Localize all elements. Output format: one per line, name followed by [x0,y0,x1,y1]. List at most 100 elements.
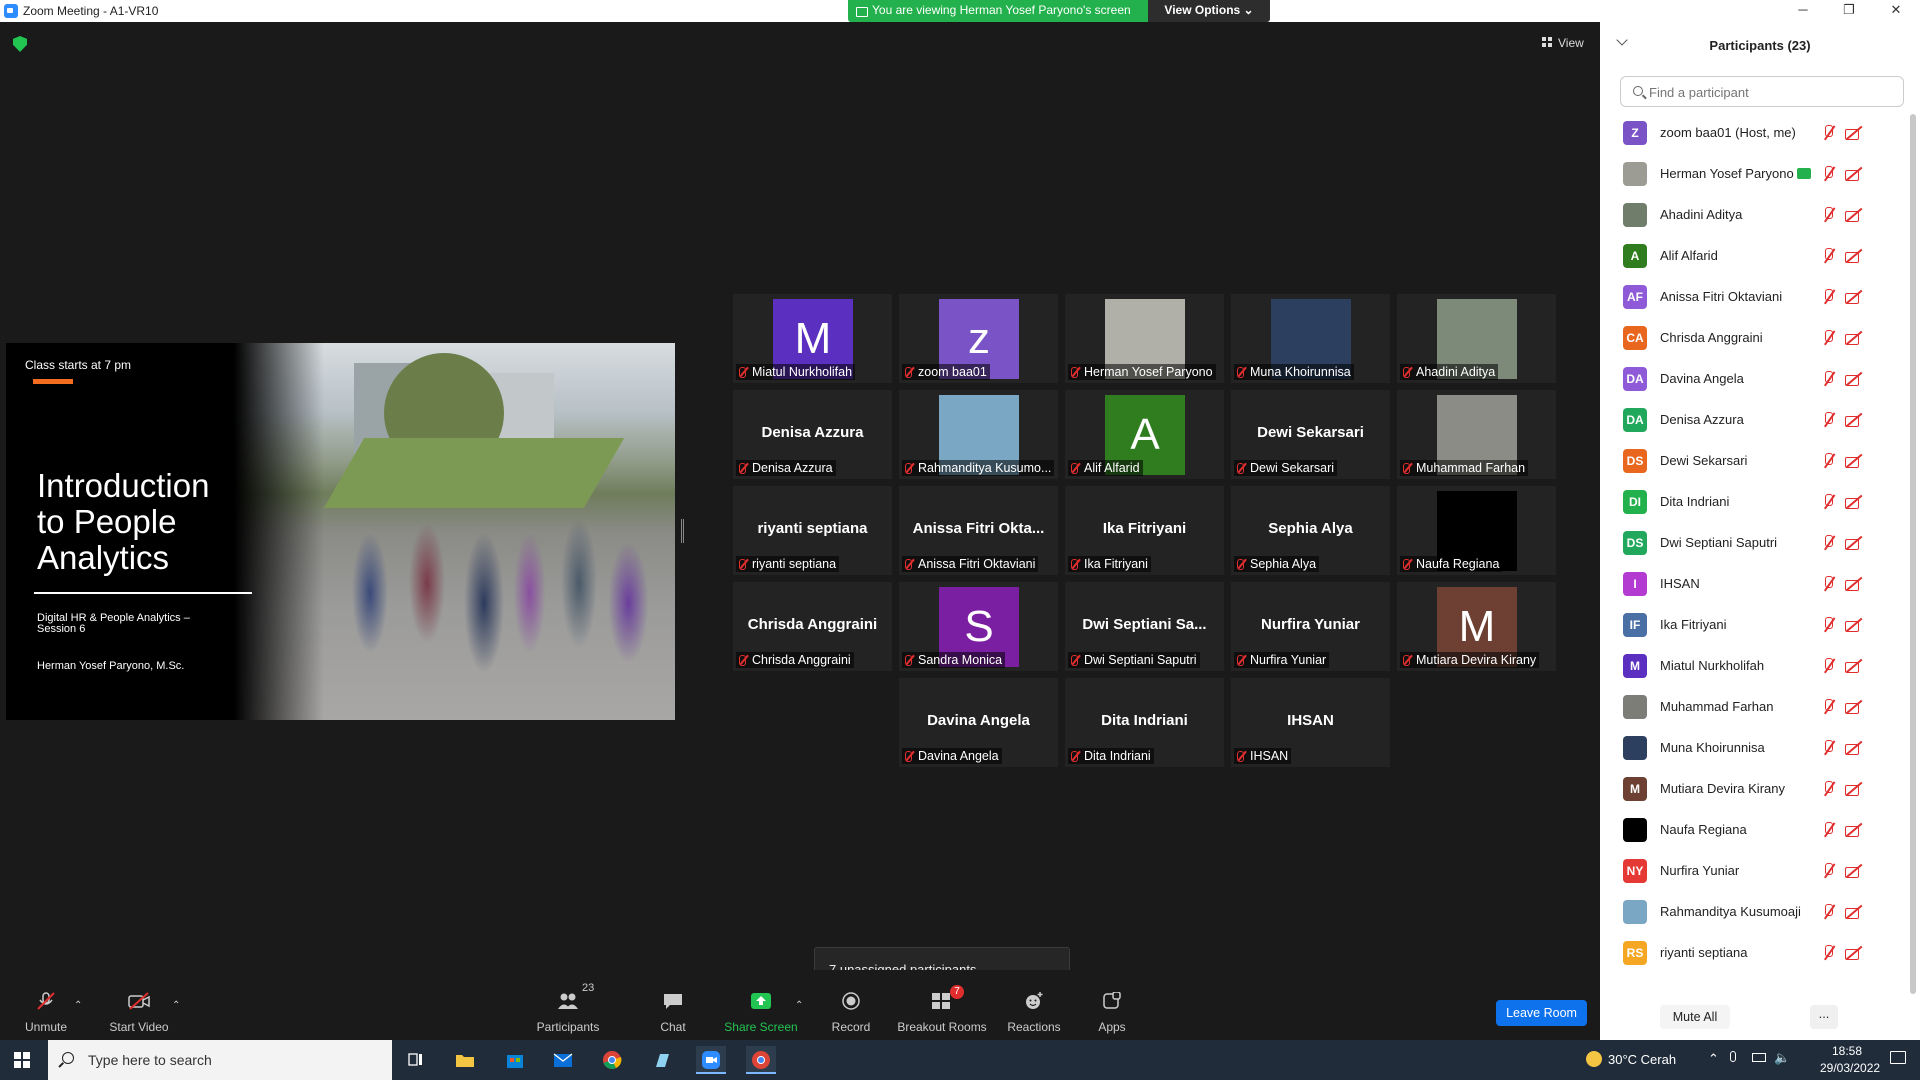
video-off-icon[interactable] [1844,124,1864,142]
participant-row[interactable]: DA Denisa Azzura [1600,399,1900,440]
video-tile[interactable]: M Miatul Nurkholifah [733,294,892,383]
video-tile[interactable]: Ika Fitriyani Ika Fitriyani [1065,486,1224,575]
muted-microphone-icon[interactable] [1820,780,1838,798]
participant-row[interactable]: Muhammad Farhan [1600,686,1900,727]
share-options-caret-icon[interactable]: ⌃ [795,1000,803,1011]
windows-start-icon[interactable] [14,1052,30,1068]
video-off-icon[interactable] [1844,657,1864,675]
participant-row[interactable]: Naufa Regiana [1600,809,1900,850]
video-tile[interactable]: Dewi Sekarsari Dewi Sekarsari [1231,390,1390,479]
video-tile[interactable]: Dwi Septiani Sa... Dwi Septiani Saputri [1065,582,1224,671]
video-off-icon[interactable] [1844,575,1864,593]
audio-options-caret-icon[interactable]: ⌃ [74,1000,82,1011]
video-off-icon[interactable] [1844,452,1864,470]
video-tile[interactable]: Naufa Regiana [1397,486,1556,575]
muted-microphone-icon[interactable] [1820,657,1838,675]
participant-row[interactable]: DI Dita Indriani [1600,481,1900,522]
mute-all-button[interactable]: Mute All [1660,1005,1730,1029]
record-button[interactable]: Record [820,970,882,1040]
video-off-icon[interactable] [1844,288,1864,306]
video-tile[interactable]: Herman Yosef Paryono [1065,294,1224,383]
video-tile[interactable]: Chrisda Anggraini Chrisda Anggraini [733,582,892,671]
participant-row[interactable]: NY Nurfira Yuniar [1600,850,1900,891]
video-off-icon[interactable] [1844,739,1864,757]
video-off-icon[interactable] [1844,698,1864,716]
participants-button[interactable]: 23 Participants [530,970,606,1040]
muted-microphone-icon[interactable] [1820,944,1838,962]
muted-microphone-icon[interactable] [1820,903,1838,921]
muted-microphone-icon[interactable] [1820,370,1838,388]
participant-search[interactable] [1620,76,1904,107]
video-tile[interactable]: Muna Khoirunnisa [1231,294,1390,383]
video-off-icon[interactable] [1844,411,1864,429]
video-tile[interactable]: Davina Angela Davina Angela [899,678,1058,767]
apps-button[interactable]: Apps [1090,970,1134,1040]
participant-row[interactable]: M Miatul Nurkholifah [1600,645,1900,686]
video-off-icon[interactable] [1844,206,1864,224]
notifications-icon[interactable] [1890,1051,1906,1064]
video-tile[interactable]: Anissa Fitri Okta... Anissa Fitri Oktavia… [899,486,1058,575]
participant-row[interactable]: Muna Khoirunnisa [1600,727,1900,768]
muted-microphone-icon[interactable] [1820,329,1838,347]
muted-microphone-icon[interactable] [1820,411,1838,429]
video-tile[interactable]: Nurfira Yuniar Nurfira Yuniar [1231,582,1390,671]
show-hidden-icons-icon[interactable]: ⌃ [1708,1051,1719,1067]
close-button[interactable]: ✕ [1886,2,1906,20]
video-off-icon[interactable] [1844,780,1864,798]
video-off-icon[interactable] [1844,534,1864,552]
muted-microphone-icon[interactable] [1820,616,1838,634]
video-off-icon[interactable] [1844,821,1864,839]
file-explorer-icon[interactable] [450,1046,480,1074]
muted-microphone-icon[interactable] [1820,452,1838,470]
participant-row[interactable]: I IHSAN [1600,563,1900,604]
muted-microphone-icon[interactable] [1820,206,1838,224]
muted-microphone-icon[interactable] [1820,247,1838,265]
split-view-handle[interactable] [681,519,684,543]
participant-search-input[interactable] [1649,83,1889,101]
microsoft-store-icon[interactable] [500,1046,530,1074]
video-options-caret-icon[interactable]: ⌃ [172,1000,180,1011]
video-tile[interactable]: Muhammad Farhan [1397,390,1556,479]
view-button[interactable]: View [1536,32,1586,54]
video-off-icon[interactable] [1844,862,1864,880]
participant-row[interactable]: Ahadini Aditya [1600,194,1900,235]
share-screen-button[interactable]: Share Screen [722,970,800,1040]
taskbar-search[interactable]: Type here to search [48,1040,392,1080]
participant-row[interactable]: DS Dwi Septiani Saputri [1600,522,1900,563]
start-video-button[interactable]: Start Video [104,970,174,1040]
video-tile[interactable]: Rahmanditya Kusumo... [899,390,1058,479]
muted-microphone-icon[interactable] [1820,288,1838,306]
video-tile[interactable]: Dita Indriani Dita Indriani [1065,678,1224,767]
muted-microphone-icon[interactable] [1820,698,1838,716]
video-tile[interactable]: Denisa Azzura Denisa Azzura [733,390,892,479]
mail-icon[interactable] [548,1046,578,1074]
encryption-shield-icon[interactable] [13,36,27,52]
video-off-icon[interactable] [1844,903,1864,921]
participant-row[interactable]: CA Chrisda Anggraini [1600,317,1900,358]
participant-row[interactable]: A Alif Alfarid [1600,235,1900,276]
participant-row[interactable]: RS riyanti septiana [1600,932,1900,973]
muted-microphone-icon[interactable] [1820,124,1838,142]
chrome-icon[interactable] [597,1046,627,1074]
muted-microphone-icon[interactable] [1820,821,1838,839]
participant-row[interactable]: AF Anissa Fitri Oktaviani [1600,276,1900,317]
unmute-button[interactable]: Unmute [12,970,80,1040]
video-tile[interactable]: IHSAN IHSAN [1231,678,1390,767]
muted-microphone-icon[interactable] [1820,739,1838,757]
participant-list-scrollbar[interactable] [1910,114,1916,994]
video-off-icon[interactable] [1844,165,1864,183]
weather-label[interactable]: 30°C Cerah [1608,1052,1676,1067]
video-tile[interactable]: Ahadini Aditya [1397,294,1556,383]
muted-microphone-icon[interactable] [1820,165,1838,183]
video-off-icon[interactable] [1844,493,1864,511]
video-off-icon[interactable] [1844,944,1864,962]
participant-row[interactable]: M Mutiara Devira Kirany [1600,768,1900,809]
network-icon[interactable] [1752,1053,1766,1062]
weather-icon[interactable] [1586,1051,1602,1067]
video-tile[interactable]: S Sandra Monica [899,582,1058,671]
participant-row[interactable]: Rahmanditya Kusumoaji [1600,891,1900,932]
muted-microphone-icon[interactable] [1820,493,1838,511]
video-tile[interactable]: M Mutiara Devira Kirany [1397,582,1556,671]
more-options-button[interactable]: ... [1810,1005,1838,1029]
muted-microphone-icon[interactable] [1820,862,1838,880]
